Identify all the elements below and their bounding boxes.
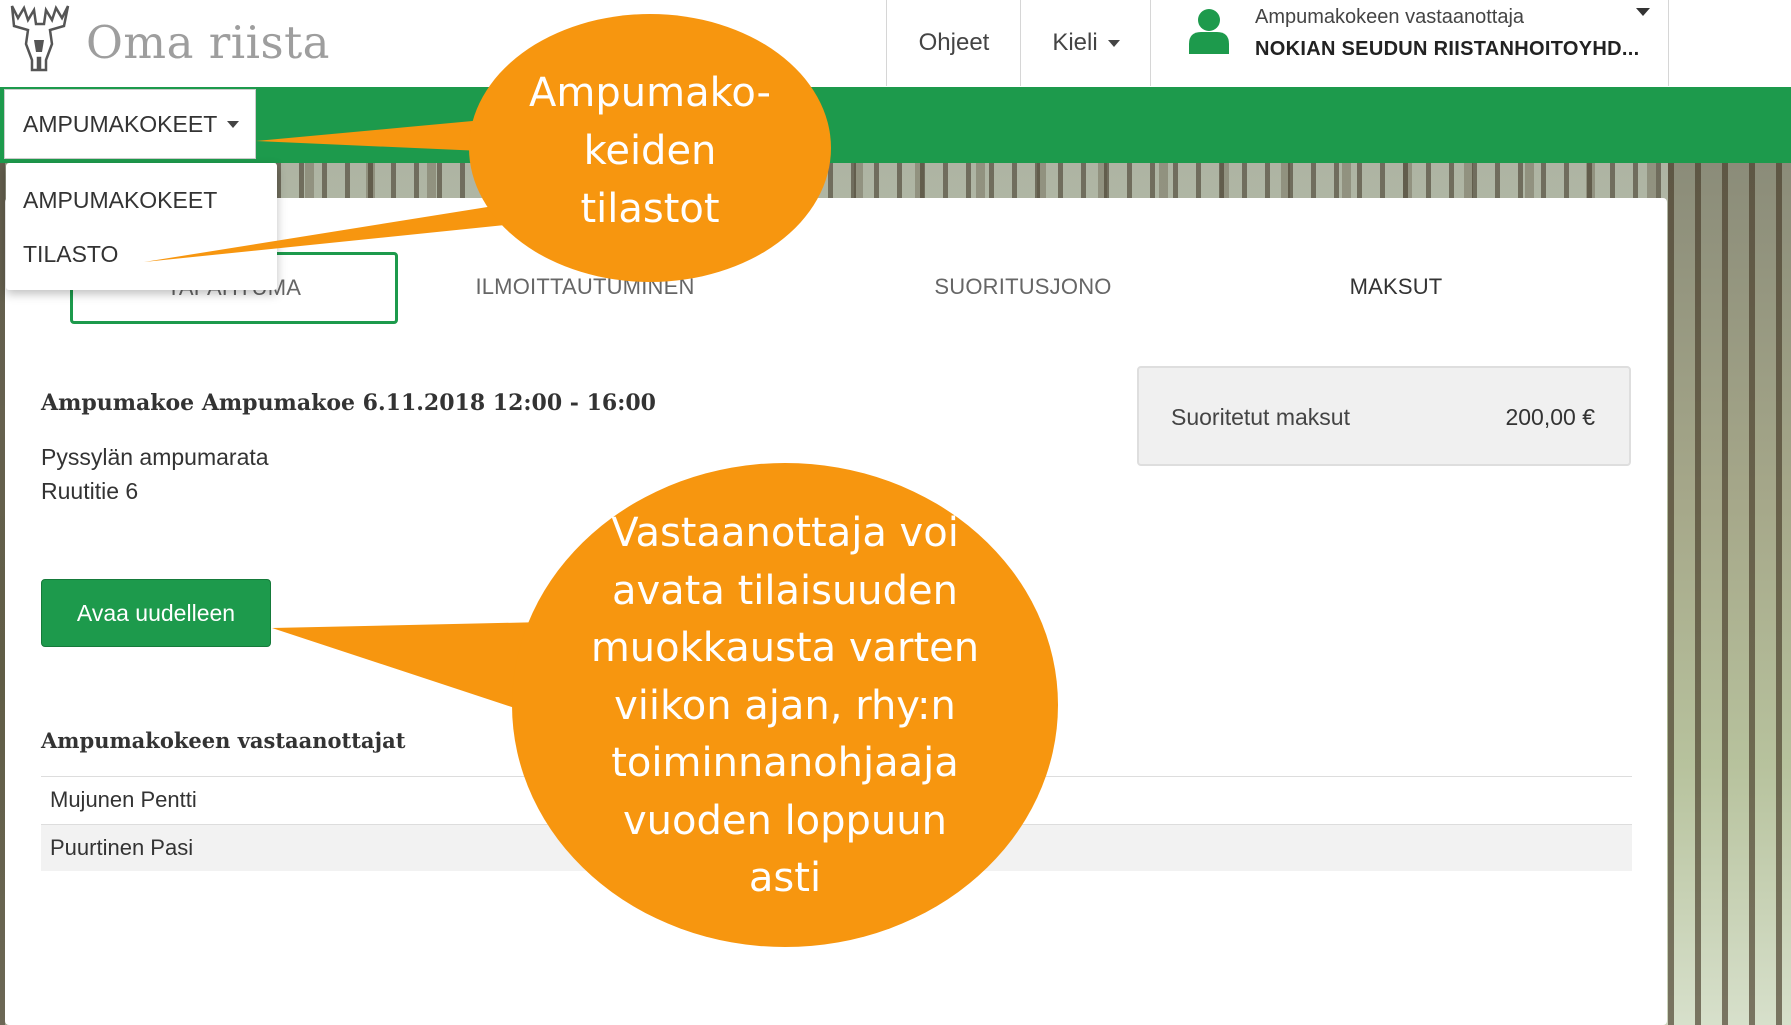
receiver-name: Puurtinen Pasi — [50, 835, 194, 860]
shooting-tests-dropdown-toggle[interactable]: AMPUMAKOKEET — [4, 89, 256, 159]
event-location: Pyssylän ampumarata — [41, 444, 269, 470]
dropdown-menu: AMPUMAKOKEET TILASTO — [6, 163, 277, 290]
table-row: Puurtinen Pasi — [41, 824, 1632, 871]
green-banner — [0, 87, 1791, 163]
payments-value: 200,00 € — [1505, 404, 1595, 430]
tab-label: MAKSUT — [1349, 274, 1443, 299]
user-menu[interactable]: Ampumakokeen vastaanottaja NOKIAN SEUDUN… — [1150, 0, 1669, 86]
menu-item-statistics[interactable]: TILASTO — [23, 241, 118, 268]
user-organization: NOKIAN SEUDUN RIISTANHOITOYHD... — [1255, 38, 1640, 60]
language-nav[interactable]: Kieli — [1020, 0, 1151, 86]
forest-background-right — [1668, 163, 1791, 1025]
user-role: Ampumakokeen vastaanottaja — [1255, 6, 1525, 28]
language-nav-label: Kieli — [1052, 29, 1098, 56]
dropdown-label: AMPUMAKOKEET — [23, 110, 218, 137]
event-title: Ampumakoe Ampumakoe 6.11.2018 12:00 - 16… — [41, 390, 656, 416]
receiver-name: Mujunen Pentti — [50, 787, 197, 812]
payments-summary: Suoritetut maksut 200,00 € — [1137, 366, 1631, 466]
tab-payments[interactable]: MAKSUT — [1326, 252, 1466, 322]
caret-down-icon — [227, 120, 240, 128]
help-nav[interactable]: Ohjeet — [886, 0, 1021, 86]
menu-item-shooting-tests[interactable]: AMPUMAKOKEET — [23, 187, 217, 214]
user-icon — [1189, 9, 1229, 54]
tab-queue[interactable]: SUORITUSJONO — [918, 252, 1128, 322]
reopen-button[interactable]: Avaa uudelleen — [41, 579, 271, 647]
caret-down-icon — [1107, 39, 1120, 47]
help-nav-label: Ohjeet — [918, 29, 990, 56]
top-header: Oma riista Ohjeet Kieli Ampumakokeen vas… — [0, 0, 1791, 87]
tab-registration[interactable]: ILMOITTAUTUMINEN — [440, 252, 730, 322]
receivers-heading: Ampumakokeen vastaanottajat — [41, 728, 406, 753]
table-row: Mujunen Pentti — [41, 776, 1632, 823]
moose-logo-icon[interactable] — [4, 0, 74, 72]
tab-label: ILMOITTAUTUMINEN — [475, 274, 695, 299]
event-address: Ruutitie 6 — [41, 478, 139, 504]
caret-down-icon — [1636, 8, 1650, 16]
brand-name[interactable]: Oma riista — [86, 16, 330, 69]
payments-label: Suoritetut maksut — [1171, 404, 1350, 430]
tab-label: SUORITUSJONO — [934, 274, 1112, 299]
